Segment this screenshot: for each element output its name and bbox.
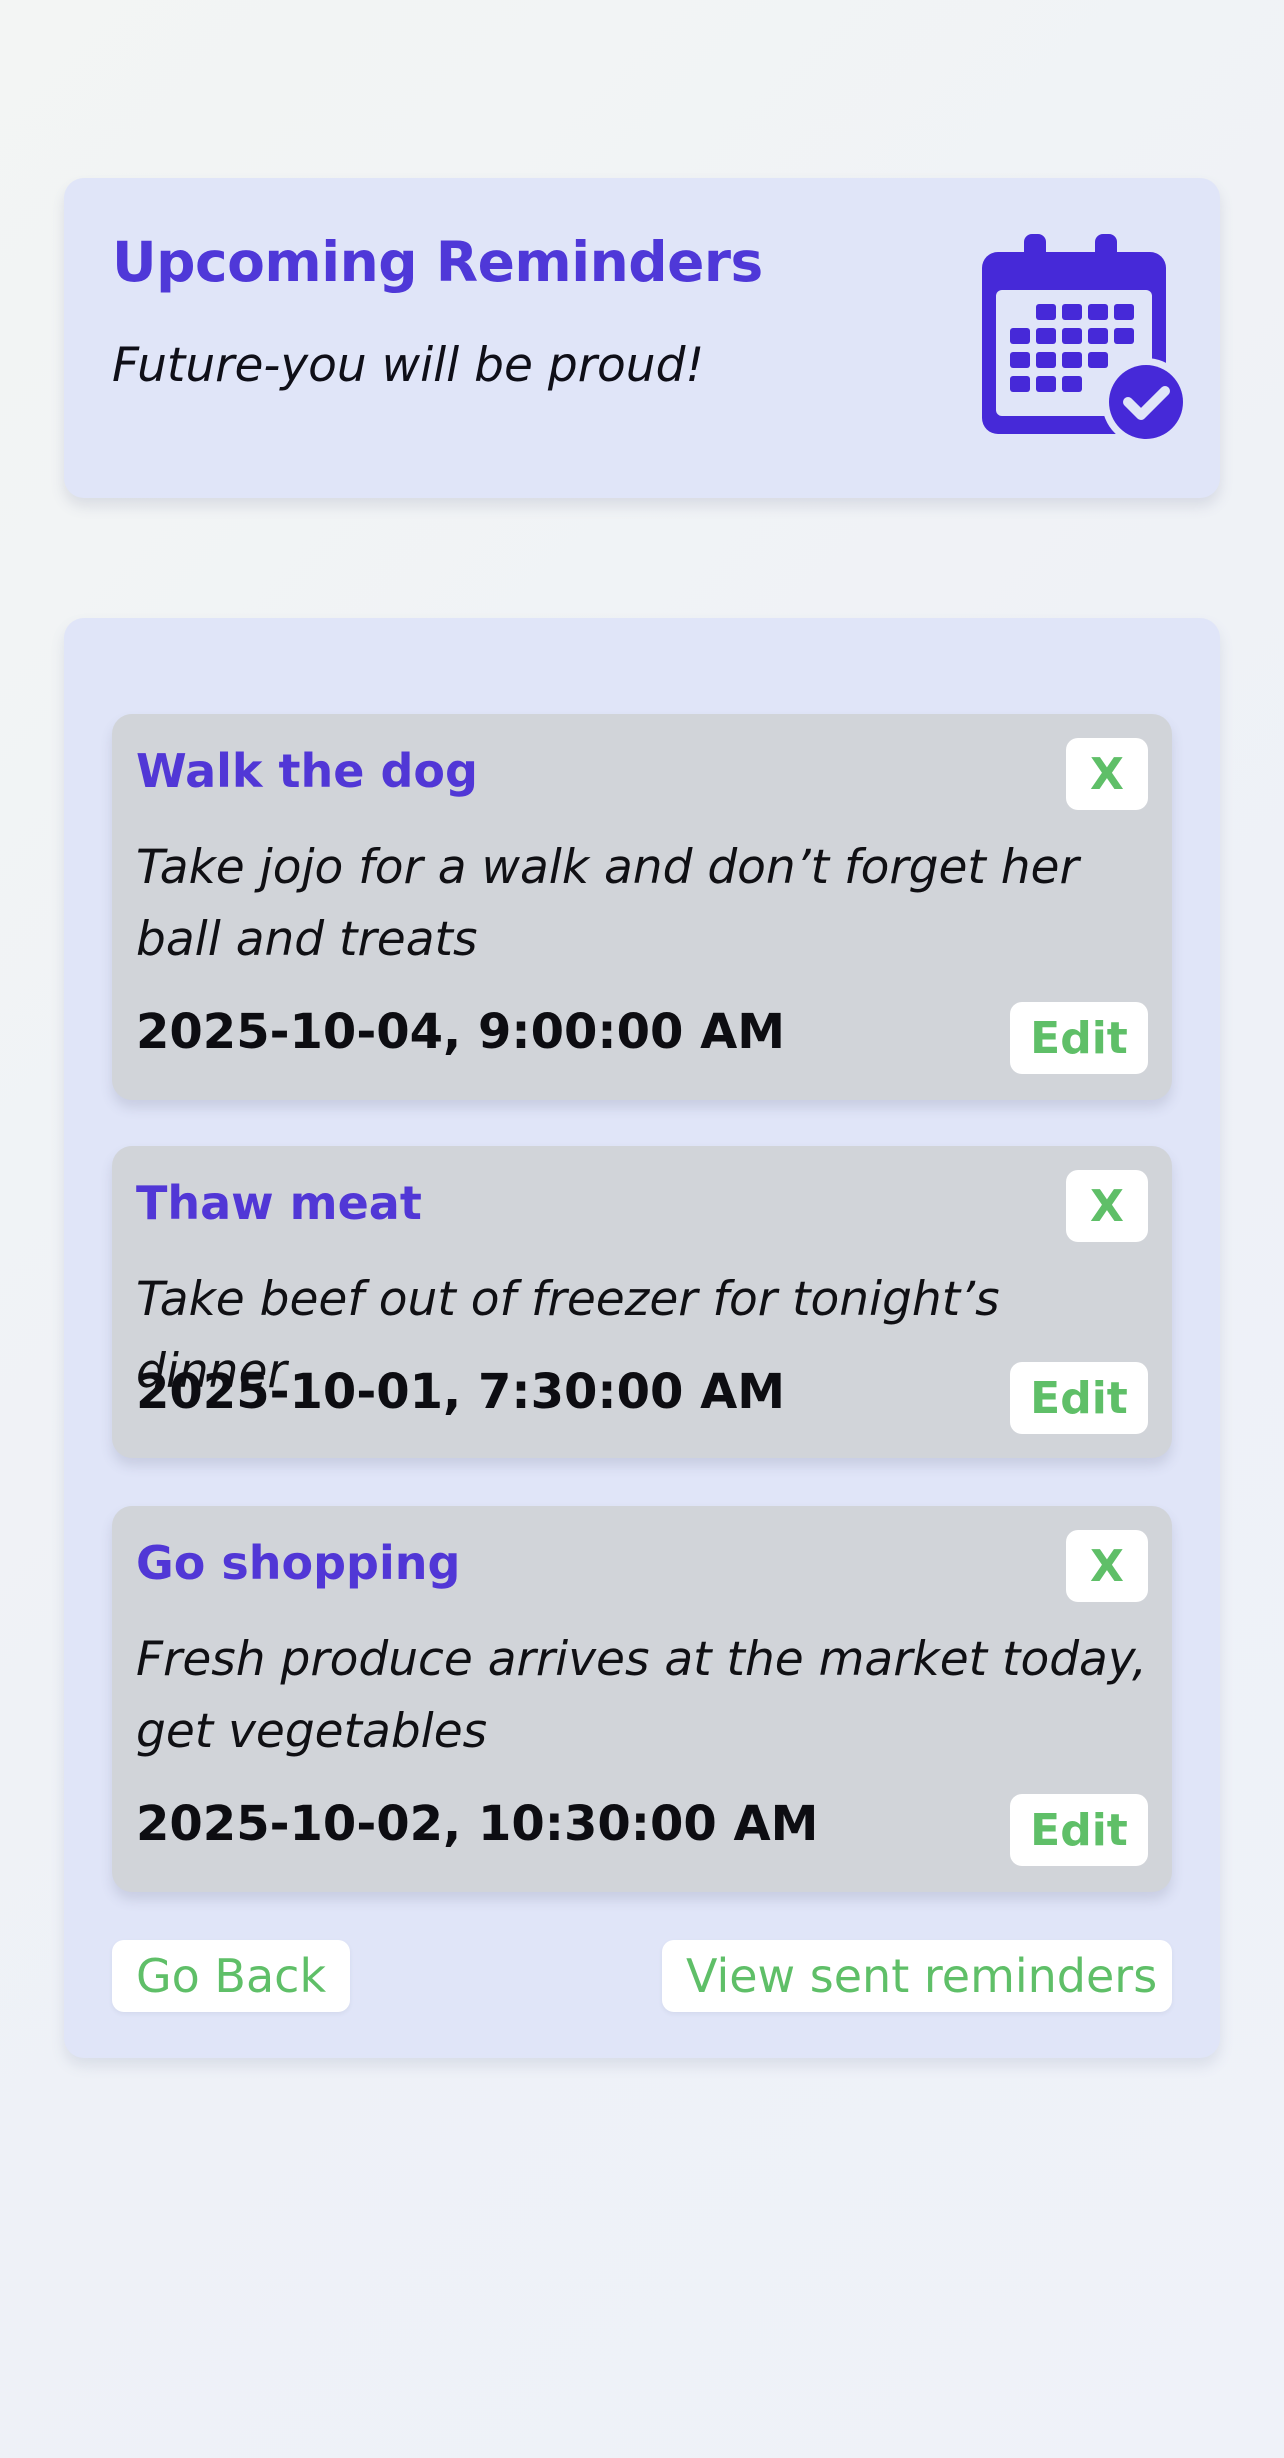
delete-reminder-button[interactable]: X xyxy=(1066,1530,1148,1602)
reminder-card: Thaw meat X Take beef out of freezer for… xyxy=(112,1146,1172,1458)
reminders-panel: Walk the dog X Take jojo for a walk and … xyxy=(64,618,1220,2058)
reminder-card: Walk the dog X Take jojo for a walk and … xyxy=(112,714,1172,1100)
reminder-datetime: 2025-10-02, 10:30:00 AM xyxy=(136,1796,819,1852)
go-back-button[interactable]: Go Back xyxy=(112,1940,350,2012)
reminder-description: Take jojo for a walk and don’t forget he… xyxy=(136,840,1079,967)
edit-reminder-button[interactable]: Edit xyxy=(1010,1362,1148,1434)
view-sent-reminders-button[interactable]: View sent reminders xyxy=(662,1940,1172,2012)
reminder-title: Thaw meat xyxy=(136,1176,422,1230)
delete-reminder-button[interactable]: X xyxy=(1066,1170,1148,1242)
calendar-check-icon xyxy=(982,234,1190,444)
reminder-datetime: 2025-10-04, 9:00:00 AM xyxy=(136,1004,785,1060)
reminder-description: Fresh produce arrives at the market toda… xyxy=(136,1632,1147,1759)
reminder-datetime: 2025-10-01, 7:30:00 AM xyxy=(136,1364,785,1420)
reminder-title: Walk the dog xyxy=(136,744,478,798)
reminder-card: Go shopping X Fresh produce arrives at t… xyxy=(112,1506,1172,1892)
reminder-title: Go shopping xyxy=(136,1536,461,1590)
delete-reminder-button[interactable]: X xyxy=(1066,738,1148,810)
page-subtitle: Future-you will be proud! xyxy=(112,338,705,393)
page-title: Upcoming Reminders xyxy=(112,230,763,294)
edit-reminder-button[interactable]: Edit xyxy=(1010,1794,1148,1866)
edit-reminder-button[interactable]: Edit xyxy=(1010,1002,1148,1074)
header-card: Upcoming Reminders Future-you will be pr… xyxy=(64,178,1220,498)
